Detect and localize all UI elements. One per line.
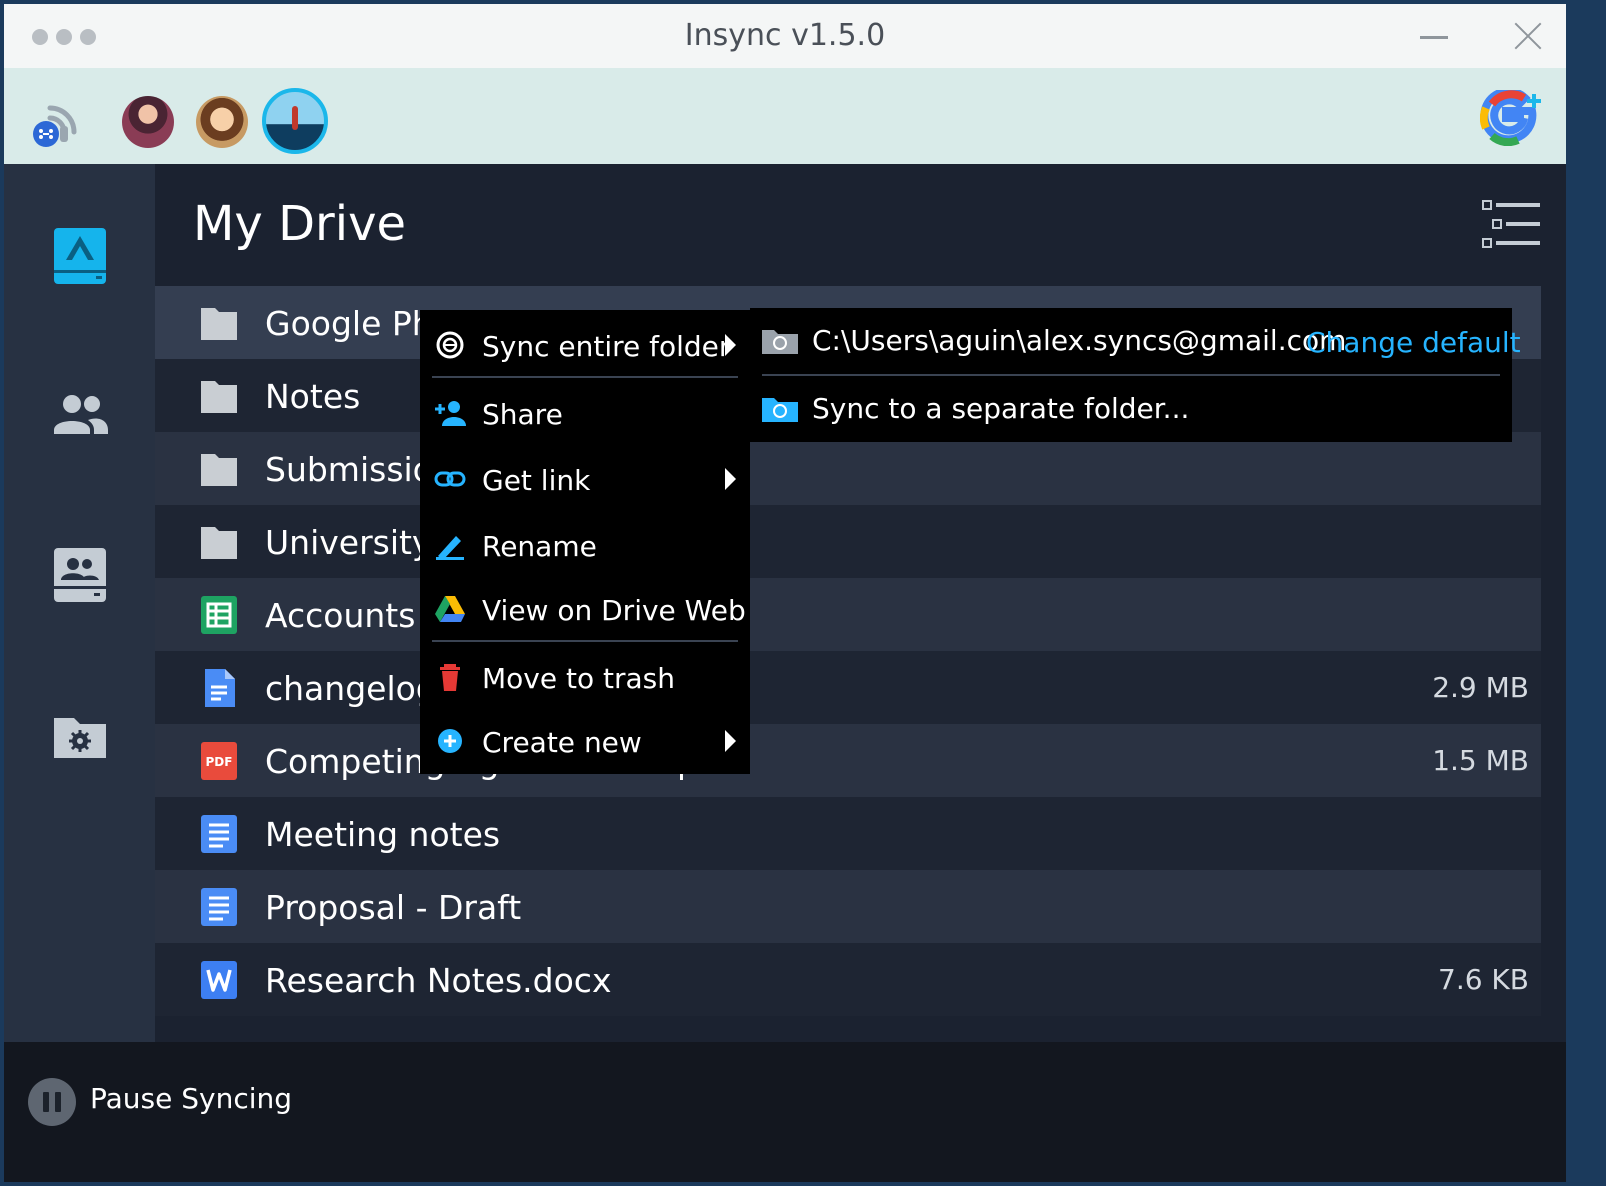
sidebar bbox=[4, 164, 155, 1042]
svg-text:PDF: PDF bbox=[206, 755, 233, 769]
menu-label: Rename bbox=[482, 530, 597, 563]
shared-with-me-nav-icon[interactable] bbox=[48, 382, 112, 446]
menu-item-view-on-drive-web[interactable]: View on Drive Web bbox=[420, 578, 750, 640]
file-row-submissions[interactable]: Submissions bbox=[155, 432, 1541, 505]
pdf-icon: PDF bbox=[201, 742, 237, 780]
trash-icon bbox=[440, 664, 460, 691]
my-drive-nav-icon[interactable] bbox=[48, 224, 112, 288]
sync-folder-icon bbox=[762, 398, 798, 422]
file-row-university-files[interactable]: University Files bbox=[155, 505, 1541, 578]
change-default-link[interactable]: Change default bbox=[1306, 326, 1521, 359]
menu-label: Move to trash bbox=[482, 662, 675, 695]
word-document-icon bbox=[201, 961, 237, 999]
folder-icon bbox=[201, 527, 237, 559]
folder-icon bbox=[201, 454, 237, 486]
file-row-competing-against-luck[interactable]: PDF Competing Against Luck.pdf 1.5 MB bbox=[155, 724, 1541, 797]
file-row-meeting-notes[interactable]: Meeting notes bbox=[155, 797, 1541, 870]
sync-folder-icon bbox=[762, 330, 798, 354]
menu-separator bbox=[432, 640, 738, 642]
link-icon bbox=[434, 471, 466, 487]
sync-icon bbox=[436, 331, 464, 359]
pencil-icon bbox=[436, 536, 464, 560]
account-avatar-2[interactable] bbox=[196, 96, 248, 148]
window-title: Insync v1.5.0 bbox=[684, 18, 886, 53]
menu-label: Sync entire folder bbox=[482, 330, 731, 363]
file-size: 2.9 MB bbox=[1432, 671, 1529, 704]
sync-status-icon[interactable] bbox=[30, 96, 82, 148]
menu-item-share[interactable]: Share bbox=[420, 382, 750, 444]
shared-drives-nav-icon[interactable] bbox=[48, 542, 112, 606]
submenu-arrow-icon bbox=[725, 334, 736, 356]
menu-label: Share bbox=[482, 398, 563, 431]
file-size: 7.6 KB bbox=[1438, 963, 1529, 996]
title-bar: Insync v1.5.0 bbox=[4, 4, 1566, 68]
context-menu: Sync entire folder Share Get link Rename… bbox=[420, 310, 750, 774]
menu-label: Get link bbox=[482, 464, 591, 497]
account-bar bbox=[4, 68, 1566, 164]
file-row-research-notes[interactable]: Research Notes.docx 7.6 KB bbox=[155, 943, 1541, 1016]
settings-folder-nav-icon[interactable] bbox=[48, 704, 112, 768]
file-name: Notes bbox=[265, 377, 361, 416]
text-file-icon bbox=[205, 669, 235, 707]
document-icon bbox=[201, 815, 237, 853]
file-name: Accounts bbox=[265, 596, 416, 635]
file-row-proposal-draft[interactable]: Proposal - Draft bbox=[155, 870, 1541, 943]
pause-icon[interactable] bbox=[28, 1078, 76, 1126]
submenu-arrow-icon bbox=[725, 730, 736, 752]
submenu-item-default-folder[interactable]: C:\Users\aguin\alex.syncs@gmail.com Chan… bbox=[750, 308, 1521, 374]
menu-item-rename[interactable]: Rename bbox=[420, 514, 750, 576]
menu-label: View on Drive Web bbox=[482, 594, 746, 627]
menu-item-sync-entire-folder[interactable]: Sync entire folder bbox=[420, 314, 750, 376]
bottom-bar: Pause Syncing bbox=[4, 1042, 1566, 1182]
default-sync-path: C:\Users\aguin\alex.syncs@gmail.com bbox=[812, 324, 1347, 357]
account-avatar-3-active[interactable] bbox=[262, 88, 328, 154]
account-avatar-1[interactable] bbox=[122, 96, 174, 148]
file-name: Research Notes.docx bbox=[265, 961, 612, 1000]
minimize-button[interactable] bbox=[1420, 36, 1448, 39]
menu-label: Create new bbox=[482, 726, 642, 759]
menu-separator bbox=[432, 376, 738, 378]
file-name: Meeting notes bbox=[265, 815, 501, 854]
main-panel: My Drive Google Photos Notes Submissions… bbox=[155, 164, 1566, 1042]
separate-folder-label: Sync to a separate folder... bbox=[812, 392, 1190, 425]
close-button[interactable] bbox=[1510, 18, 1546, 54]
add-person-icon bbox=[435, 401, 466, 426]
submenu-arrow-icon bbox=[725, 468, 736, 490]
sync-submenu: C:\Users\aguin\alex.syncs@gmail.com Chan… bbox=[750, 308, 1521, 442]
insync-window: Insync v1.5.0 My Drive Google Photos Not… bbox=[4, 4, 1566, 1182]
plus-circle-icon bbox=[438, 729, 462, 753]
page-title: My Drive bbox=[193, 196, 407, 252]
spreadsheet-icon bbox=[201, 596, 237, 634]
file-row-changelog[interactable]: changelog.txt 2.9 MB bbox=[155, 651, 1541, 724]
pause-syncing-button[interactable]: Pause Syncing bbox=[90, 1082, 292, 1115]
menu-item-move-to-trash[interactable]: Move to trash bbox=[420, 646, 750, 708]
folder-icon bbox=[201, 381, 237, 413]
submenu-item-separate-folder[interactable]: Sync to a separate folder... bbox=[750, 376, 1512, 442]
file-row-accounts[interactable]: Accounts bbox=[155, 578, 1541, 651]
file-size: 1.5 MB bbox=[1432, 744, 1529, 777]
scrollbar-track[interactable] bbox=[1547, 286, 1566, 936]
folder-icon bbox=[201, 308, 237, 340]
view-toggle-icon[interactable] bbox=[1482, 200, 1542, 250]
drive-icon bbox=[435, 596, 465, 622]
menu-item-get-link[interactable]: Get link bbox=[420, 448, 750, 510]
file-name: Proposal - Draft bbox=[265, 888, 522, 927]
menu-item-create-new[interactable]: Create new bbox=[420, 710, 750, 772]
document-icon bbox=[201, 888, 237, 926]
add-google-account-icon[interactable] bbox=[1480, 90, 1544, 146]
